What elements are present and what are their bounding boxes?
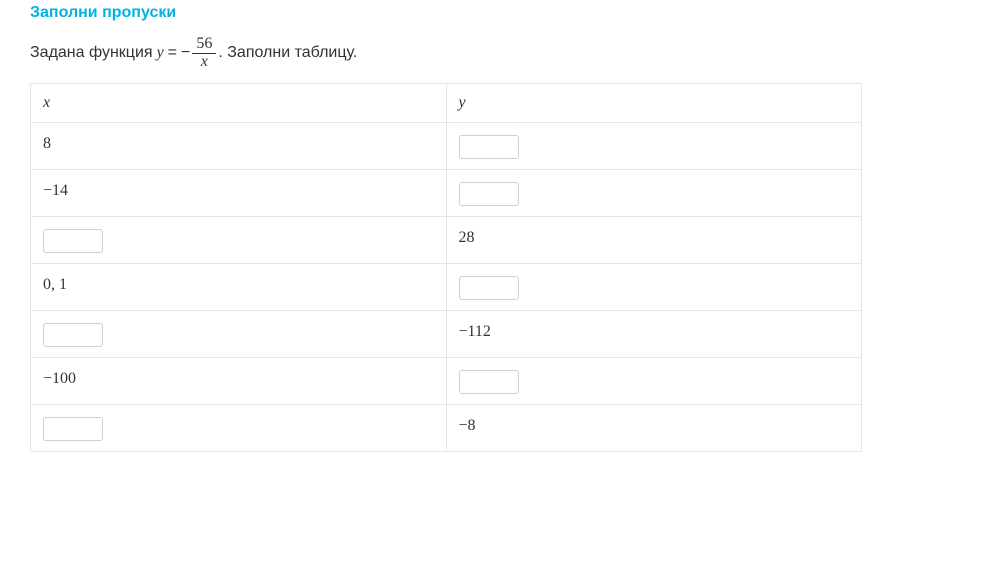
blank-input[interactable] <box>43 323 103 347</box>
cell-value: 0, 1 <box>43 274 434 294</box>
cell-value: 28 <box>459 227 850 247</box>
blank-input[interactable] <box>43 229 103 253</box>
cell-value: −14 <box>43 180 434 200</box>
table-cell-x: −100 <box>31 357 447 404</box>
problem-equals: = <box>168 44 177 62</box>
cell-value: −100 <box>43 368 434 388</box>
table-row: −14 <box>31 169 862 216</box>
table-cell-y: −8 <box>446 404 862 451</box>
problem-fraction: 56 x <box>192 36 216 71</box>
table-row: −112 <box>31 310 862 357</box>
section-title: Заполни пропуски <box>30 4 961 22</box>
blank-input[interactable] <box>459 135 519 159</box>
table-row: 8 <box>31 122 862 169</box>
fraction-numerator: 56 <box>192 36 216 54</box>
table-cell-x <box>31 310 447 357</box>
table-cell-x: 0, 1 <box>31 263 447 310</box>
table-row: 28 <box>31 216 862 263</box>
table-row: −8 <box>31 404 862 451</box>
table-row: −100 <box>31 357 862 404</box>
blank-input[interactable] <box>459 276 519 300</box>
table-cell-y: −112 <box>446 310 862 357</box>
table-cell-x: −14 <box>31 169 447 216</box>
blank-input[interactable] <box>459 182 519 206</box>
problem-lhs-var: y <box>157 44 164 62</box>
table-row: 0, 1 <box>31 263 862 310</box>
problem-prefix: Задана функция <box>30 44 153 62</box>
problem-minus: − <box>181 44 190 62</box>
blank-input[interactable] <box>459 370 519 394</box>
problem-suffix: . Заполни таблицу. <box>218 44 357 62</box>
table-cell-x <box>31 216 447 263</box>
table-header-x: x <box>31 83 447 122</box>
table-cell-y <box>446 122 862 169</box>
table-cell-y <box>446 263 862 310</box>
table-body: 8 −14 28 0, 1 −112 −100 −8 <box>31 122 862 451</box>
fraction-denominator: x <box>197 54 212 71</box>
problem-statement: Задана функция y = − 56 x . Заполни табл… <box>30 36 961 71</box>
function-table: x y 8 −14 28 0, 1 −112 −100 −8 <box>30 83 862 452</box>
table-cell-x: 8 <box>31 122 447 169</box>
cell-value: −112 <box>459 321 850 341</box>
table-header-y: y <box>446 83 862 122</box>
table-cell-y <box>446 357 862 404</box>
cell-value: −8 <box>459 415 850 435</box>
table-cell-y: 28 <box>446 216 862 263</box>
blank-input[interactable] <box>43 417 103 441</box>
cell-value: 8 <box>43 133 434 153</box>
table-cell-x <box>31 404 447 451</box>
table-cell-y <box>446 169 862 216</box>
